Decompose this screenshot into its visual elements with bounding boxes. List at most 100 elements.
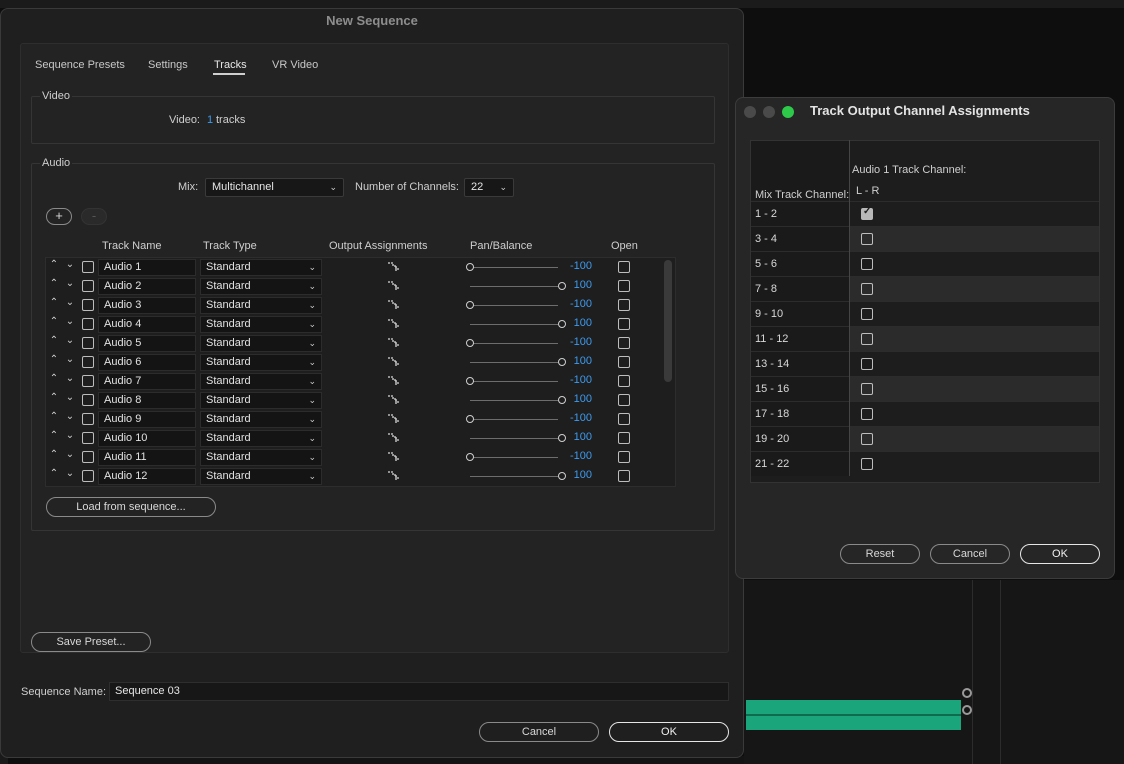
track-select-checkbox[interactable] xyxy=(82,318,94,330)
pan-slider-track[interactable] xyxy=(470,362,558,363)
pan-slider-track[interactable] xyxy=(470,305,558,306)
pan-slider-track[interactable] xyxy=(470,476,558,477)
pan-value[interactable]: -100 xyxy=(566,260,592,272)
pan-value[interactable]: 100 xyxy=(566,317,592,329)
move-down-icon[interactable]: ⌄ xyxy=(64,278,76,289)
track-name-field[interactable]: Audio 11 xyxy=(98,449,196,466)
move-up-icon[interactable]: ⌃ xyxy=(48,354,60,365)
open-checkbox[interactable] xyxy=(618,432,630,444)
move-down-icon[interactable]: ⌄ xyxy=(64,392,76,403)
track-select-checkbox[interactable] xyxy=(82,299,94,311)
minimize-window-button[interactable] xyxy=(763,106,775,118)
move-down-icon[interactable]: ⌄ xyxy=(64,354,76,365)
open-checkbox[interactable] xyxy=(618,451,630,463)
track-name-field[interactable]: Audio 5 xyxy=(98,335,196,352)
output-assignment-icon[interactable] xyxy=(388,338,400,349)
move-up-icon[interactable]: ⌃ xyxy=(48,297,60,308)
pan-slider-track[interactable] xyxy=(470,419,558,420)
pan-slider-knob[interactable] xyxy=(558,320,566,328)
pan-slider-knob[interactable] xyxy=(558,472,566,480)
pan-value[interactable]: -100 xyxy=(566,298,592,310)
move-down-icon[interactable]: ⌄ xyxy=(64,449,76,460)
pan-slider-track[interactable] xyxy=(470,267,558,268)
load-from-sequence-button[interactable]: Load from sequence... xyxy=(46,497,216,517)
track-type-dropdown[interactable]: Standard ⌄ xyxy=(200,316,322,333)
pan-slider-track[interactable] xyxy=(470,286,558,287)
pan-slider-track[interactable] xyxy=(470,381,558,382)
reset-button[interactable]: Reset xyxy=(840,544,920,564)
open-checkbox[interactable] xyxy=(618,261,630,273)
pan-value[interactable]: -100 xyxy=(566,412,592,424)
keyframe-handle[interactable] xyxy=(962,688,972,698)
track-type-dropdown[interactable]: Standard ⌄ xyxy=(200,468,322,485)
pan-slider-knob[interactable] xyxy=(558,434,566,442)
move-down-icon[interactable]: ⌄ xyxy=(64,468,76,479)
track-name-field[interactable]: Audio 9 xyxy=(98,411,196,428)
pan-slider-track[interactable] xyxy=(470,438,558,439)
assign-ok-button[interactable]: OK xyxy=(1020,544,1100,564)
track-type-dropdown[interactable]: Standard ⌄ xyxy=(200,354,322,371)
move-down-icon[interactable]: ⌄ xyxy=(64,335,76,346)
track-select-checkbox[interactable] xyxy=(82,394,94,406)
track-type-dropdown[interactable]: Standard ⌄ xyxy=(200,297,322,314)
output-assignment-icon[interactable] xyxy=(388,471,400,482)
track-type-dropdown[interactable]: Standard ⌄ xyxy=(200,411,322,428)
output-assignment-icon[interactable] xyxy=(388,300,400,311)
move-down-icon[interactable]: ⌄ xyxy=(64,373,76,384)
pan-value[interactable]: 100 xyxy=(566,393,592,405)
open-checkbox[interactable] xyxy=(618,318,630,330)
output-assignment-icon[interactable] xyxy=(388,433,400,444)
close-window-button[interactable] xyxy=(744,106,756,118)
move-up-icon[interactable]: ⌃ xyxy=(48,392,60,403)
move-up-icon[interactable]: ⌃ xyxy=(48,259,60,270)
channel-checkbox[interactable] xyxy=(861,206,873,220)
output-assignment-icon[interactable] xyxy=(388,281,400,292)
pan-value[interactable]: 100 xyxy=(566,469,592,481)
open-checkbox[interactable] xyxy=(618,413,630,425)
output-assignment-icon[interactable] xyxy=(388,357,400,368)
move-down-icon[interactable]: ⌄ xyxy=(64,430,76,441)
mix-dropdown[interactable]: Multichannel ⌄ xyxy=(205,178,344,197)
track-name-field[interactable]: Audio 6 xyxy=(98,354,196,371)
output-assignment-icon[interactable] xyxy=(388,376,400,387)
channel-checkbox[interactable] xyxy=(861,283,873,295)
pan-value[interactable]: 100 xyxy=(566,431,592,443)
track-select-checkbox[interactable] xyxy=(82,451,94,463)
track-name-field[interactable]: Audio 8 xyxy=(98,392,196,409)
pan-value[interactable]: -100 xyxy=(566,336,592,348)
open-checkbox[interactable] xyxy=(618,394,630,406)
open-checkbox[interactable] xyxy=(618,375,630,387)
zoom-window-button[interactable] xyxy=(782,106,794,118)
pan-slider-knob[interactable] xyxy=(558,396,566,404)
channel-checkbox[interactable] xyxy=(861,358,873,370)
output-assignment-icon[interactable] xyxy=(388,395,400,406)
open-checkbox[interactable] xyxy=(618,470,630,482)
open-checkbox[interactable] xyxy=(618,337,630,349)
pan-value[interactable]: -100 xyxy=(566,450,592,462)
move-up-icon[interactable]: ⌃ xyxy=(48,430,60,441)
track-type-dropdown[interactable]: Standard ⌄ xyxy=(200,278,322,295)
tab-settings[interactable]: Settings xyxy=(148,59,188,71)
pan-slider-track[interactable] xyxy=(470,324,558,325)
pan-slider-knob[interactable] xyxy=(558,358,566,366)
ok-button[interactable]: OK xyxy=(609,722,729,742)
move-up-icon[interactable]: ⌃ xyxy=(48,468,60,479)
add-track-button[interactable]: + xyxy=(46,208,72,225)
channel-checkbox[interactable] xyxy=(861,258,873,270)
tab-vr-video[interactable]: VR Video xyxy=(272,59,318,71)
tab-tracks[interactable]: Tracks xyxy=(214,59,247,71)
track-select-checkbox[interactable] xyxy=(82,261,94,273)
pan-slider-track[interactable] xyxy=(470,400,558,401)
channel-checkbox[interactable] xyxy=(861,458,873,470)
track-name-field[interactable]: Audio 4 xyxy=(98,316,196,333)
track-type-dropdown[interactable]: Standard ⌄ xyxy=(200,392,322,409)
sequence-name-input[interactable]: Sequence 03 xyxy=(109,682,729,701)
track-select-checkbox[interactable] xyxy=(82,356,94,368)
move-down-icon[interactable]: ⌄ xyxy=(64,411,76,422)
pan-slider-knob[interactable] xyxy=(558,282,566,290)
channel-checkbox[interactable] xyxy=(861,308,873,320)
channel-checkbox[interactable] xyxy=(861,333,873,345)
tracks-scrollbar[interactable] xyxy=(664,260,672,382)
move-up-icon[interactable]: ⌃ xyxy=(48,373,60,384)
track-select-checkbox[interactable] xyxy=(82,470,94,482)
